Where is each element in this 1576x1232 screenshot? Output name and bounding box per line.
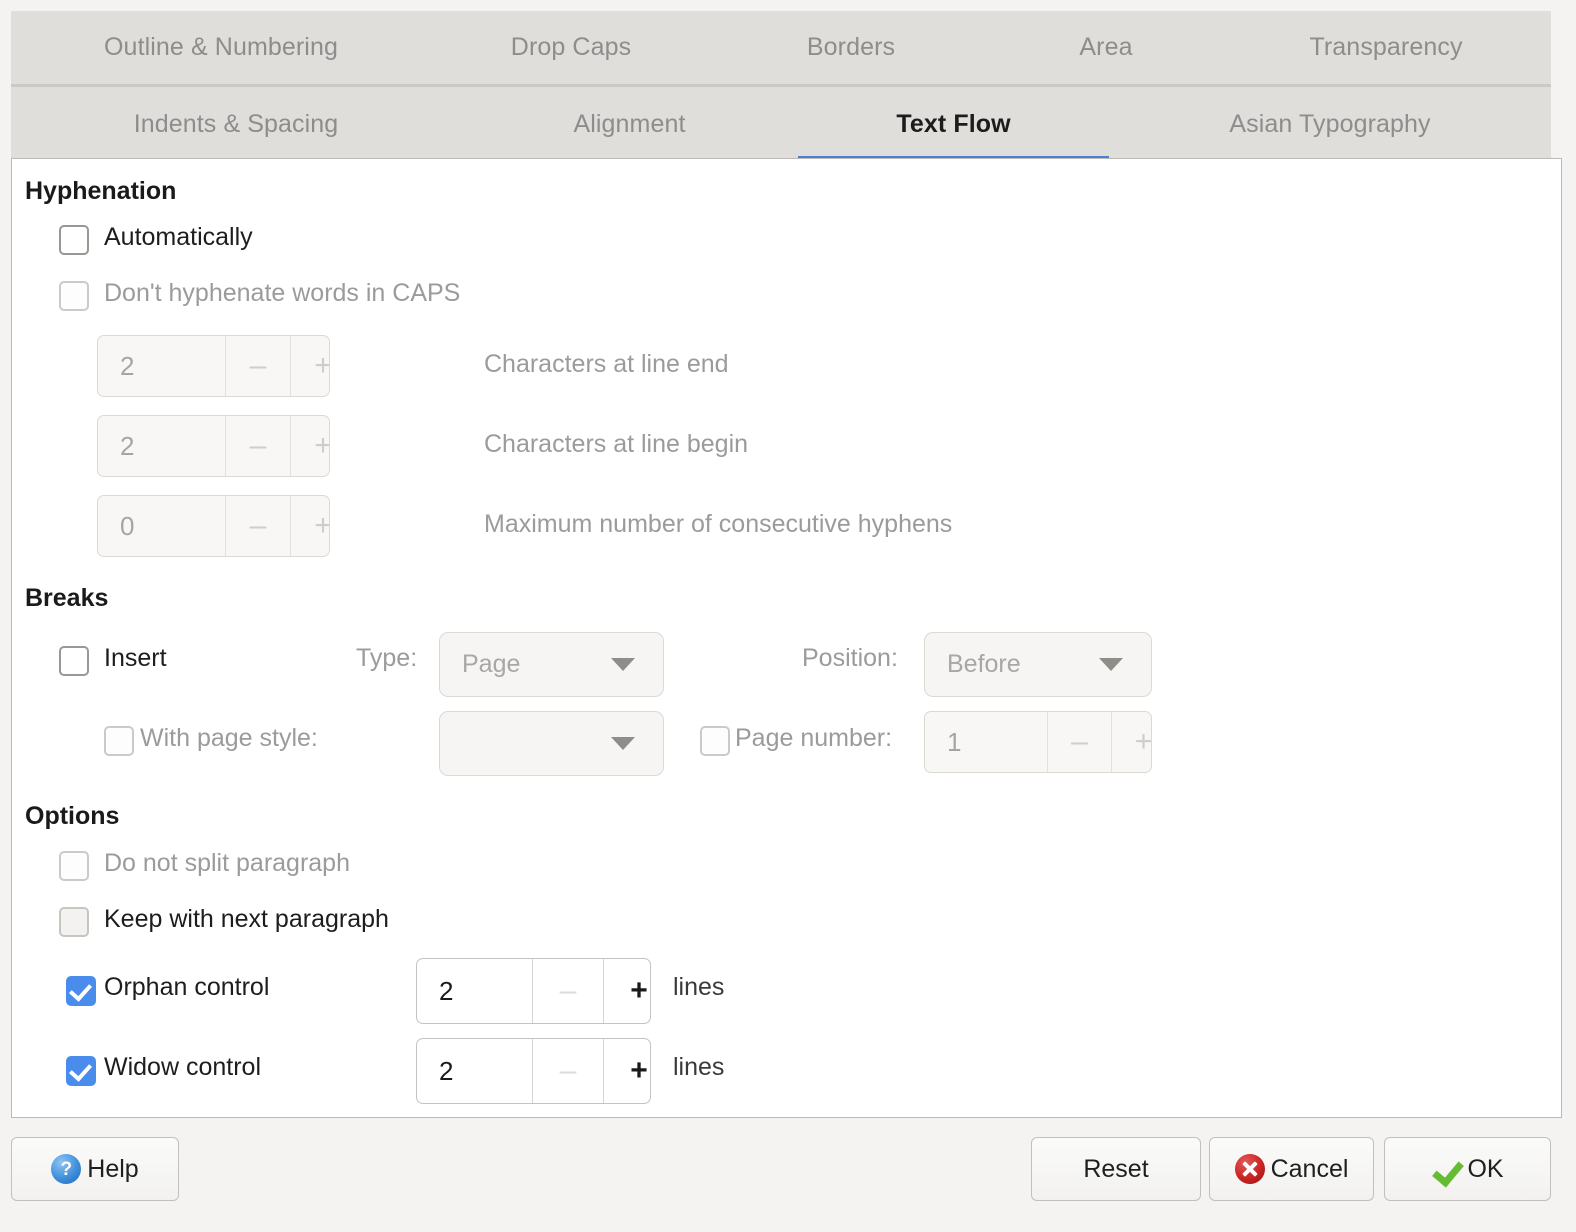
spinner-orphan-lines[interactable]: 2 – + xyxy=(416,958,651,1024)
checkbox-dont-hyphenate-caps[interactable] xyxy=(59,281,89,311)
spinner-decrement-icon[interactable]: – xyxy=(225,496,290,556)
help-button-label: Help xyxy=(87,1154,139,1183)
tab-row-primary: Indents & Spacing Alignment Text Flow As… xyxy=(11,87,1551,161)
help-button[interactable]: ? Help xyxy=(11,1137,179,1201)
spinner-increment-icon[interactable]: + xyxy=(603,1039,650,1103)
spinner-value[interactable]: 2 xyxy=(98,416,225,476)
spinner-value[interactable]: 0 xyxy=(98,496,225,556)
dropdown-value: Page xyxy=(462,650,521,678)
cancel-icon xyxy=(1234,1154,1265,1184)
tab-label: Text Flow xyxy=(896,109,1011,138)
options-group-title: Options xyxy=(25,802,120,830)
tab-asian-typography[interactable]: Asian Typography xyxy=(1109,87,1551,161)
spinner-increment-icon[interactable]: + xyxy=(1111,712,1151,772)
label-break-type: Type: xyxy=(356,644,418,672)
spinner-value[interactable]: 2 xyxy=(417,959,532,1023)
dialog-button-bar: ? Help Reset Cancel OK xyxy=(0,1137,1576,1232)
units-widow-lines: lines xyxy=(673,1053,725,1081)
spinner-decrement-icon[interactable]: – xyxy=(532,959,603,1023)
label-automatically: Automatically xyxy=(104,223,253,251)
label-orphan-control: Orphan control xyxy=(104,973,270,1001)
chevron-down-icon xyxy=(1099,658,1123,671)
tab-borders[interactable]: Borders xyxy=(711,11,991,84)
spinner-increment-icon[interactable]: + xyxy=(290,416,329,476)
spinner-decrement-icon[interactable]: – xyxy=(532,1039,603,1103)
tab-label: Borders xyxy=(806,33,896,61)
spinner-value[interactable]: 1 xyxy=(925,712,1047,772)
spinner-decrement-icon[interactable]: – xyxy=(225,336,290,396)
checkbox-orphan-control[interactable] xyxy=(66,976,96,1006)
tab-label: Area xyxy=(1079,33,1133,61)
tab-indents-spacing[interactable]: Indents & Spacing xyxy=(11,87,461,161)
label-max-hyphens: Maximum number of consecutive hyphens xyxy=(484,510,953,538)
label-dont-hyphenate-caps: Don't hyphenate words in CAPS xyxy=(104,279,461,307)
label-chars-line-end: Characters at line end xyxy=(484,350,729,378)
label-page-number: Page number: xyxy=(735,724,893,752)
dropdown-value: Before xyxy=(947,650,1021,678)
spinner-chars-line-begin[interactable]: 2 – + xyxy=(97,415,330,477)
spinner-decrement-icon[interactable]: – xyxy=(225,416,290,476)
checkmark-icon xyxy=(1431,1154,1461,1184)
ok-button[interactable]: OK xyxy=(1384,1137,1551,1201)
text-flow-panel: Hyphenation Automatically Don't hyphenat… xyxy=(11,158,1562,1118)
dropdown-break-type[interactable]: Page xyxy=(439,632,664,697)
cancel-button[interactable]: Cancel xyxy=(1209,1137,1374,1201)
label-keep-with-next-paragraph: Keep with next paragraph xyxy=(104,905,389,933)
reset-button-label: Reset xyxy=(1083,1154,1149,1183)
checkbox-insert-break[interactable] xyxy=(59,646,89,676)
spinner-value[interactable]: 2 xyxy=(417,1039,532,1103)
tab-label: Transparency xyxy=(1309,33,1463,61)
ok-button-label: OK xyxy=(1467,1154,1504,1183)
spinner-value[interactable]: 2 xyxy=(98,336,225,396)
tab-label: Outline & Numbering xyxy=(104,33,338,61)
tab-drop-caps[interactable]: Drop Caps xyxy=(431,11,711,84)
tab-text-flow[interactable]: Text Flow xyxy=(798,87,1109,161)
tab-label: Asian Typography xyxy=(1229,109,1431,138)
units-orphan-lines: lines xyxy=(673,973,725,1001)
tab-label: Drop Caps xyxy=(510,33,632,61)
spinner-page-number[interactable]: 1 – + xyxy=(924,711,1152,773)
checkbox-keep-with-next-paragraph[interactable] xyxy=(59,907,89,937)
tab-area[interactable]: Area xyxy=(991,11,1221,84)
tab-label: Indents & Spacing xyxy=(133,109,339,138)
label-chars-line-begin: Characters at line begin xyxy=(484,430,749,458)
dropdown-page-style[interactable] xyxy=(439,711,664,776)
help-icon: ? xyxy=(51,1154,82,1184)
label-with-page-style: With page style: xyxy=(140,724,318,752)
checkbox-do-not-split-paragraph[interactable] xyxy=(59,851,89,881)
tab-outline-numbering[interactable]: Outline & Numbering xyxy=(11,11,431,84)
breaks-group-title: Breaks xyxy=(25,584,109,612)
checkbox-with-page-style[interactable] xyxy=(104,726,134,756)
label-do-not-split-paragraph: Do not split paragraph xyxy=(104,849,350,877)
tab-strip: Outline & Numbering Drop Caps Borders Ar… xyxy=(11,11,1551,161)
tab-label: Alignment xyxy=(573,109,686,138)
spinner-increment-icon[interactable]: + xyxy=(603,959,650,1023)
chevron-down-icon xyxy=(611,737,635,750)
spinner-max-hyphens[interactable]: 0 – + xyxy=(97,495,330,557)
label-insert-break: Insert xyxy=(104,644,167,672)
spinner-increment-icon[interactable]: + xyxy=(290,496,329,556)
cancel-button-label: Cancel xyxy=(1270,1154,1349,1183)
spinner-decrement-icon[interactable]: – xyxy=(1047,712,1111,772)
spinner-increment-icon[interactable]: + xyxy=(290,336,329,396)
tab-row-secondary: Outline & Numbering Drop Caps Borders Ar… xyxy=(11,11,1551,87)
reset-button[interactable]: Reset xyxy=(1031,1137,1201,1201)
label-break-position: Position: xyxy=(802,644,898,672)
dropdown-break-position[interactable]: Before xyxy=(924,632,1152,697)
hyphenation-group-title: Hyphenation xyxy=(25,177,177,205)
label-widow-control: Widow control xyxy=(104,1053,261,1081)
checkbox-automatically[interactable] xyxy=(59,225,89,255)
checkbox-page-number[interactable] xyxy=(700,726,730,756)
tab-transparency[interactable]: Transparency xyxy=(1221,11,1551,84)
tab-alignment[interactable]: Alignment xyxy=(461,87,798,161)
chevron-down-icon xyxy=(611,658,635,671)
spinner-chars-line-end[interactable]: 2 – + xyxy=(97,335,330,397)
checkbox-widow-control[interactable] xyxy=(66,1056,96,1086)
spinner-widow-lines[interactable]: 2 – + xyxy=(416,1038,651,1104)
